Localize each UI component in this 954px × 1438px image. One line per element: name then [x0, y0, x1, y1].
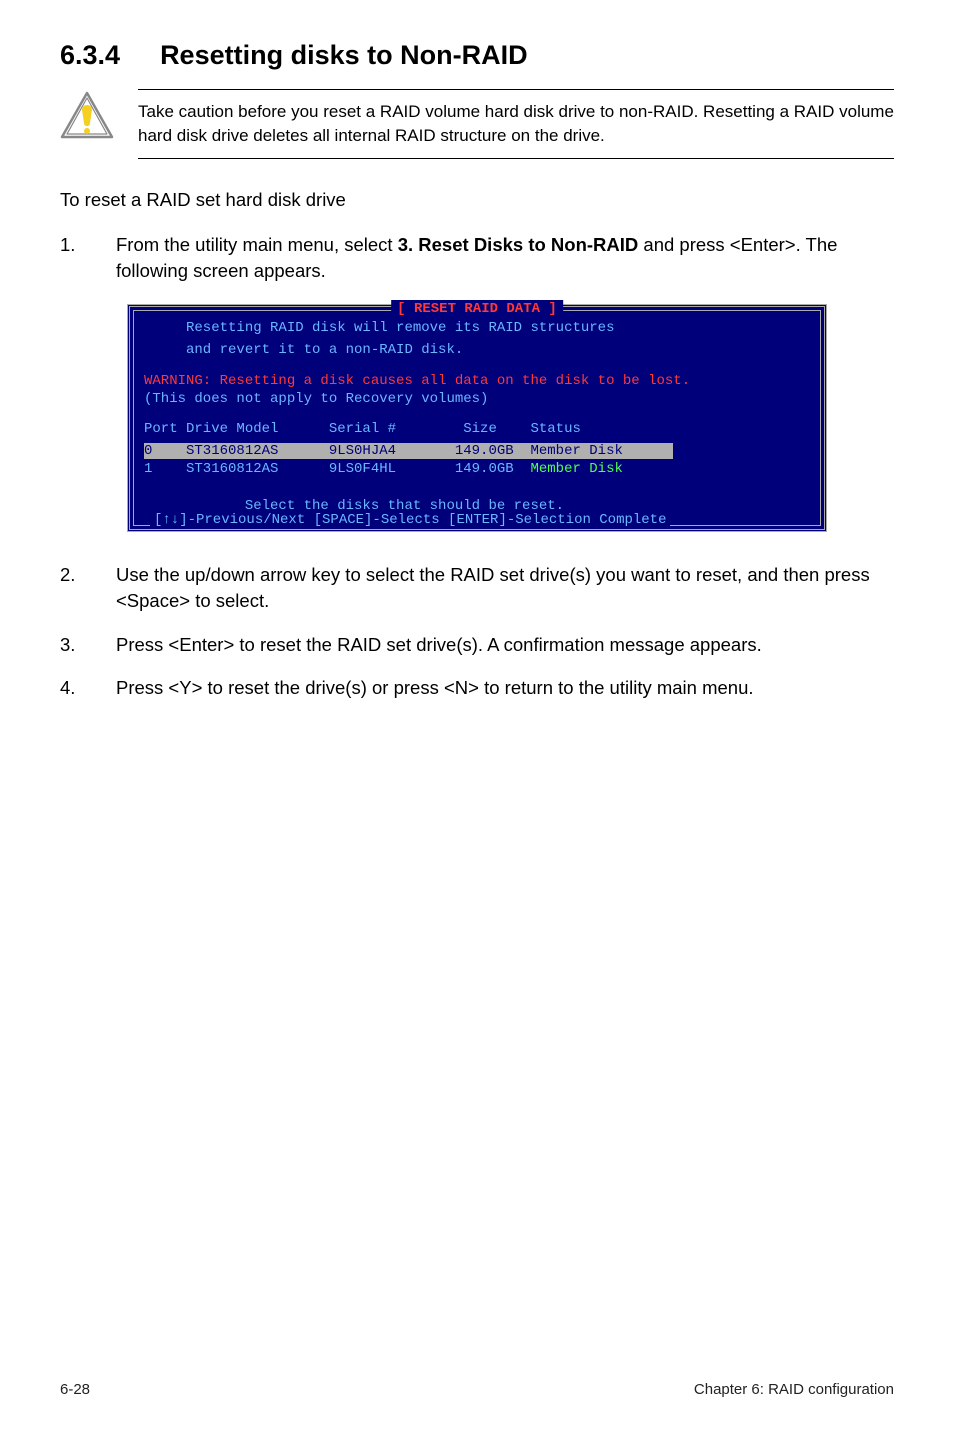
terminal-row-0: 0 ST3160812AS 9LS0HJA4 149.0GB Member Di…	[144, 442, 810, 460]
page-number: 6-28	[60, 1381, 90, 1398]
step-2: Use the up/down arrow key to select the …	[60, 562, 894, 614]
terminal-row-0-status: Member Disk	[522, 443, 673, 459]
terminal-line2: and revert it to a non-RAID disk.	[144, 341, 810, 359]
terminal-screenshot: [ RESET RAID DATA ] Resetting RAID disk …	[127, 304, 827, 532]
heading-number: 6.3.4	[60, 40, 120, 71]
caution-box: Take caution before you reset a RAID vol…	[60, 89, 894, 159]
terminal-line1: Resetting RAID disk will remove its RAID…	[144, 319, 810, 337]
steps-list-bottom: Use the up/down arrow key to select the …	[60, 562, 894, 702]
terminal-nav: [↑↓]-Previous/Next [SPACE]-Selects [ENTE…	[150, 511, 670, 529]
terminal-recovery: (This does not apply to Recovery volumes…	[144, 390, 810, 408]
intro-text: To reset a RAID set hard disk drive	[60, 187, 894, 213]
step-3: Press <Enter> to reset the RAID set driv…	[60, 632, 894, 658]
step-1-bold: 3. Reset Disks to Non-RAID	[398, 234, 639, 255]
step-1: From the utility main menu, select 3. Re…	[60, 232, 894, 284]
terminal-row-1-status: Member Disk	[530, 461, 622, 477]
chapter-label: Chapter 6: RAID configuration	[694, 1381, 894, 1398]
step-4: Press <Y> to reset the drive(s) or press…	[60, 675, 894, 701]
terminal-header: Port Drive Model Serial # Size Status	[144, 420, 810, 438]
caution-text: Take caution before you reset a RAID vol…	[138, 89, 894, 159]
terminal-row-1-pre: 1 ST3160812AS 9LS0F4HL 149.0GB	[144, 461, 530, 477]
terminal-title: [ RESET RAID DATA ]	[391, 300, 563, 318]
terminal-row-1: 1 ST3160812AS 9LS0F4HL 149.0GB Member Di…	[144, 460, 810, 478]
page-footer: 6-28 Chapter 6: RAID configuration	[60, 1381, 894, 1398]
terminal-row-0-sel: 0 ST3160812AS 9LS0HJA4 149.0GB	[144, 443, 522, 459]
section-heading: 6.3.4 Resetting disks to Non-RAID	[60, 40, 894, 71]
step-1-pre: From the utility main menu, select	[116, 234, 398, 255]
steps-list-top: From the utility main menu, select 3. Re…	[60, 232, 894, 284]
caution-icon	[60, 91, 114, 144]
heading-title: Resetting disks to Non-RAID	[160, 40, 528, 70]
terminal-warning: WARNING: Resetting a disk causes all dat…	[144, 372, 810, 390]
